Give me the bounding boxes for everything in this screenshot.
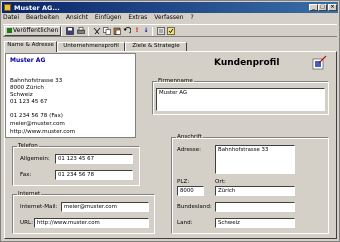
app-window: Muster AG... _ □ × Datei Bearbeiten Ansi… xyxy=(0,0,340,242)
card-email: meier@muster.com xyxy=(10,121,65,127)
anschrift-legend: Anschrift xyxy=(177,134,202,140)
plz-field[interactable]: 8000 xyxy=(177,186,204,196)
profile-logo-icon xyxy=(312,55,327,70)
card-company: Muster AG xyxy=(10,57,46,64)
undo-icon[interactable] xyxy=(123,27,132,35)
save-icon[interactable] xyxy=(66,27,74,35)
internet-mail-label: Internet-Mail: xyxy=(20,204,58,210)
app-icon xyxy=(4,4,11,11)
minimize-button[interactable]: _ xyxy=(309,4,318,11)
card-city: 8000 Zürich xyxy=(10,85,44,91)
menu-bearbeiten[interactable]: Bearbeiten xyxy=(26,14,59,21)
business-card: Muster AG Bahnhofstrasse 33 8000 Zürich … xyxy=(5,53,136,138)
toolbar-separator xyxy=(152,27,153,36)
menu-extras[interactable]: Extras xyxy=(128,14,147,21)
url-label: URL: xyxy=(20,220,33,226)
publish-icon xyxy=(7,27,12,33)
ort-label: Ort: xyxy=(215,179,226,185)
telefon-legend: Telefon xyxy=(18,143,38,149)
menu-datei[interactable]: Datei xyxy=(3,14,19,21)
adresse-label: Adresse: xyxy=(177,147,202,153)
allgemein-label: Allgemein: xyxy=(20,156,50,162)
toolbar-separator xyxy=(88,27,89,36)
fax-field[interactable]: 01 234 56 78 xyxy=(55,170,133,180)
publish-button[interactable]: Veröffentlichen xyxy=(4,26,62,36)
card-fax: 01 234 56 78 (Fax) xyxy=(10,113,63,119)
bundesland-label: Bundesland: xyxy=(177,204,212,210)
menu-einfuegen[interactable]: Einfügen xyxy=(95,14,121,21)
title-bar: Muster AG... _ □ × xyxy=(2,2,338,13)
fax-label: Fax: xyxy=(20,172,32,178)
menu-ansicht[interactable]: Ansicht xyxy=(66,14,88,21)
priority-icon[interactable]: ! xyxy=(133,27,141,35)
ort-field[interactable]: Zürich xyxy=(215,186,295,196)
firmenname-field[interactable]: Muster AG xyxy=(156,88,325,111)
card-web: http://www.muster.com xyxy=(10,129,76,135)
land-label: Land: xyxy=(177,220,193,226)
internet-mail-field[interactable]: meier@muster.com xyxy=(61,202,149,212)
page-title: Kundenprofil xyxy=(214,58,280,68)
card-street: Bahnhofstrasse 33 xyxy=(10,78,63,84)
firmenname-legend: Firmenname xyxy=(158,78,193,84)
maximize-button[interactable]: □ xyxy=(318,4,327,11)
menu-verfassen[interactable]: Verfassen xyxy=(154,14,183,21)
paste-icon[interactable] xyxy=(113,27,121,35)
close-button[interactable]: × xyxy=(328,4,337,11)
menu-bar: Datei Bearbeiten Ansicht Einfügen Extras… xyxy=(3,14,199,23)
options-icon[interactable] xyxy=(167,27,175,35)
toolbar: Veröffentlichen ! ↓ xyxy=(3,24,337,37)
publish-label: Veröffentlichen xyxy=(13,27,59,34)
bundesland-field[interactable] xyxy=(215,202,295,212)
copy-icon[interactable] xyxy=(103,27,111,35)
down-arrow-icon[interactable]: ↓ xyxy=(142,27,150,35)
cut-icon[interactable] xyxy=(93,27,101,35)
plz-label: PLZ: xyxy=(177,179,190,185)
toolbar-separator xyxy=(61,27,62,36)
contacts-icon[interactable] xyxy=(157,27,165,35)
print-icon[interactable] xyxy=(77,27,85,35)
internet-legend: Internet xyxy=(18,191,41,197)
adresse-field[interactable]: Bahnhofstrasse 33 xyxy=(215,145,295,174)
tab-name-adresse[interactable]: Name & Adresse xyxy=(4,41,57,52)
allgemein-field[interactable]: 01 123 45 67 xyxy=(55,154,133,164)
window-title: Muster AG... xyxy=(14,3,60,12)
card-phone: 01 123 45 67 xyxy=(10,99,48,105)
card-country: Schweiz xyxy=(10,92,33,98)
url-field[interactable]: http://www.muster.com xyxy=(34,218,149,228)
menu-help[interactable]: ? xyxy=(190,14,193,21)
tab-ziele-strategie[interactable]: Ziele & Strategie xyxy=(125,42,187,51)
land-field[interactable]: Schweiz xyxy=(215,218,295,228)
tab-unternehmensprofil[interactable]: Unternehmensprofil xyxy=(57,42,125,51)
